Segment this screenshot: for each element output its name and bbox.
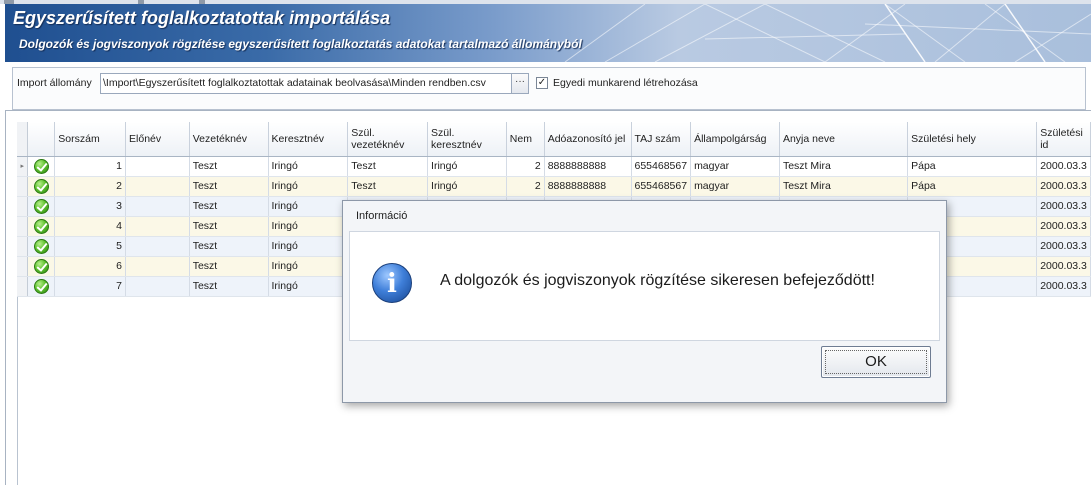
check-icon (33, 258, 49, 274)
column-header-vezeteknev[interactable]: Vezetéknév (189, 122, 269, 157)
column-header-nem[interactable]: Nem (506, 122, 545, 157)
check-icon (33, 158, 49, 174)
cell-szuletesi-ido[interactable]: 2000.03.3 (1036, 276, 1091, 297)
cell-sorszam[interactable]: 4 (54, 216, 127, 237)
cell-szul-keresztnev[interactable]: Iringó (427, 176, 507, 197)
column-header-elonev[interactable]: Előnév (125, 122, 190, 157)
column-header-taj[interactable]: TAJ szám (631, 122, 692, 157)
cell-anyja-neve[interactable]: Teszt Mira (779, 176, 909, 197)
cell-adoazonosito[interactable]: 8888888888 (544, 176, 632, 197)
cell-taj[interactable]: 655468567 (631, 176, 692, 197)
column-header-szuletesi-ido[interactable]: Születési id (1036, 122, 1091, 157)
custom-schedule-label: Egyedi munkarend létrehozása (553, 77, 698, 89)
cell-szul-vezeteknev[interactable]: Teszt (347, 156, 429, 177)
row-indicator (17, 176, 29, 197)
cell-elonev[interactable] (125, 276, 190, 297)
browse-button[interactable]: ··· (511, 73, 529, 94)
cell-allampolgarsag[interactable]: magyar (690, 176, 780, 197)
cell-keresztnev[interactable]: Iringó (268, 236, 349, 257)
cell-szuletesi-hely[interactable]: Pápa (907, 176, 1038, 197)
row-indicator (17, 256, 29, 277)
table-row[interactable]: 2 Teszt Iringó Teszt Iringó 2 8888888888… (17, 176, 1091, 197)
row-indicator-header (17, 122, 29, 157)
cell-sorszam[interactable]: 5 (54, 236, 127, 257)
current-row-indicator: ▸ (17, 156, 29, 177)
column-header-sorszam[interactable]: Sorszám (54, 122, 127, 157)
dialog-title: Információ (356, 210, 408, 222)
cell-vezeteknev[interactable]: Teszt (189, 216, 269, 237)
cell-elonev[interactable] (125, 236, 190, 257)
cell-nem[interactable]: 2 (506, 156, 545, 177)
grid-header-row: Sorszám Előnév Vezetéknév Keresztnév Szü… (17, 122, 1091, 157)
information-dialog: Információ i A dolgozók és jogviszonyok … (342, 200, 947, 403)
row-indicator (17, 276, 29, 297)
column-header-allampolgarsag[interactable]: Állampolgárság (690, 122, 780, 157)
cell-vezeteknev[interactable]: Teszt (189, 236, 269, 257)
check-icon (33, 218, 49, 234)
table-row[interactable]: ▸ 1 Teszt Iringó Teszt Iringó 2 88888888… (17, 156, 1091, 177)
cell-vezeteknev[interactable]: Teszt (189, 176, 269, 197)
cell-szuletesi-hely[interactable]: Pápa (907, 156, 1038, 177)
ok-button[interactable]: OK (821, 346, 931, 378)
import-file-path: \Import\Egyszerűsített foglalkoztatottak… (103, 77, 486, 89)
check-icon (33, 238, 49, 254)
cell-elonev[interactable] (125, 256, 190, 277)
cell-szuletesi-ido[interactable]: 2000.03.3 (1036, 236, 1091, 257)
cell-szul-vezeteknev[interactable]: Teszt (347, 176, 429, 197)
cell-vezeteknev[interactable]: Teszt (189, 256, 269, 277)
cell-szul-keresztnev[interactable]: Iringó (427, 156, 507, 177)
dialog-body: i A dolgozók és jogviszonyok rögzítése s… (349, 231, 940, 341)
cell-nem[interactable]: 2 (506, 176, 545, 197)
cell-vezeteknev[interactable]: Teszt (189, 196, 269, 217)
column-header-szul-vezeteknev[interactable]: Szül. vezetéknév (347, 122, 429, 157)
column-header-szul-keresztnev[interactable]: Szül. keresztnév (427, 122, 507, 157)
page-title: Egyszerűsített foglalkoztatottak importá… (13, 8, 391, 28)
cell-keresztnev[interactable]: Iringó (268, 216, 349, 237)
cell-elonev[interactable] (125, 196, 190, 217)
cell-anyja-neve[interactable]: Teszt Mira (779, 156, 909, 177)
column-header-keresztnev[interactable]: Keresztnév (268, 122, 349, 157)
cell-allampolgarsag[interactable]: magyar (690, 156, 780, 177)
cell-elonev[interactable] (125, 176, 190, 197)
cell-szuletesi-ido[interactable]: 2000.03.3 (1036, 156, 1091, 177)
cell-keresztnev[interactable]: Iringó (268, 196, 349, 217)
cell-sorszam[interactable]: 3 (54, 196, 127, 217)
cell-vezeteknev[interactable]: Teszt (189, 156, 269, 177)
check-icon (33, 198, 49, 214)
column-header-szuletesi-hely[interactable]: Születési hely (907, 122, 1038, 157)
cell-szuletesi-ido[interactable]: 2000.03.3 (1036, 256, 1091, 277)
cell-sorszam[interactable]: 7 (54, 276, 127, 297)
cell-szuletesi-ido[interactable]: 2000.03.3 (1036, 216, 1091, 237)
cell-keresztnev[interactable]: Iringó (268, 156, 349, 177)
cell-keresztnev[interactable]: Iringó (268, 276, 349, 297)
header-banner: Egyszerűsített foglalkoztatottak importá… (5, 4, 1091, 62)
cell-taj[interactable]: 655468567 (631, 156, 692, 177)
import-file-input[interactable]: \Import\Egyszerűsített foglalkoztatottak… (100, 73, 512, 94)
cell-sorszam[interactable]: 6 (54, 256, 127, 277)
cell-elonev[interactable] (125, 156, 190, 177)
check-icon (33, 278, 49, 294)
import-file-label: Import állomány (17, 77, 92, 89)
cell-vezeteknev[interactable]: Teszt (189, 276, 269, 297)
cell-szuletesi-ido[interactable]: 2000.03.3 (1036, 196, 1091, 217)
column-header-adoazonosito[interactable]: Adóazonosító jel (544, 122, 632, 157)
cell-keresztnev[interactable]: Iringó (268, 256, 349, 277)
column-header-anyja-neve[interactable]: Anyja neve (779, 122, 909, 157)
cell-elonev[interactable] (125, 216, 190, 237)
info-icon: i (372, 263, 412, 303)
custom-schedule-checkbox[interactable]: ✓ (536, 77, 548, 89)
page-subtitle: Dolgozók és jogviszonyok rögzítése egysz… (19, 37, 582, 51)
cell-sorszam[interactable]: 2 (54, 176, 127, 197)
cell-adoazonosito[interactable]: 8888888888 (544, 156, 632, 177)
row-indicator (17, 236, 29, 257)
status-column-header (27, 122, 56, 157)
row-indicator (17, 196, 29, 217)
cell-szuletesi-ido[interactable]: 2000.03.3 (1036, 176, 1091, 197)
check-icon (33, 178, 49, 194)
cell-keresztnev[interactable]: Iringó (268, 176, 349, 197)
dialog-message: A dolgozók és jogviszonyok rögzítése sik… (440, 272, 875, 289)
row-indicator (17, 216, 29, 237)
cell-sorszam[interactable]: 1 (54, 156, 127, 177)
